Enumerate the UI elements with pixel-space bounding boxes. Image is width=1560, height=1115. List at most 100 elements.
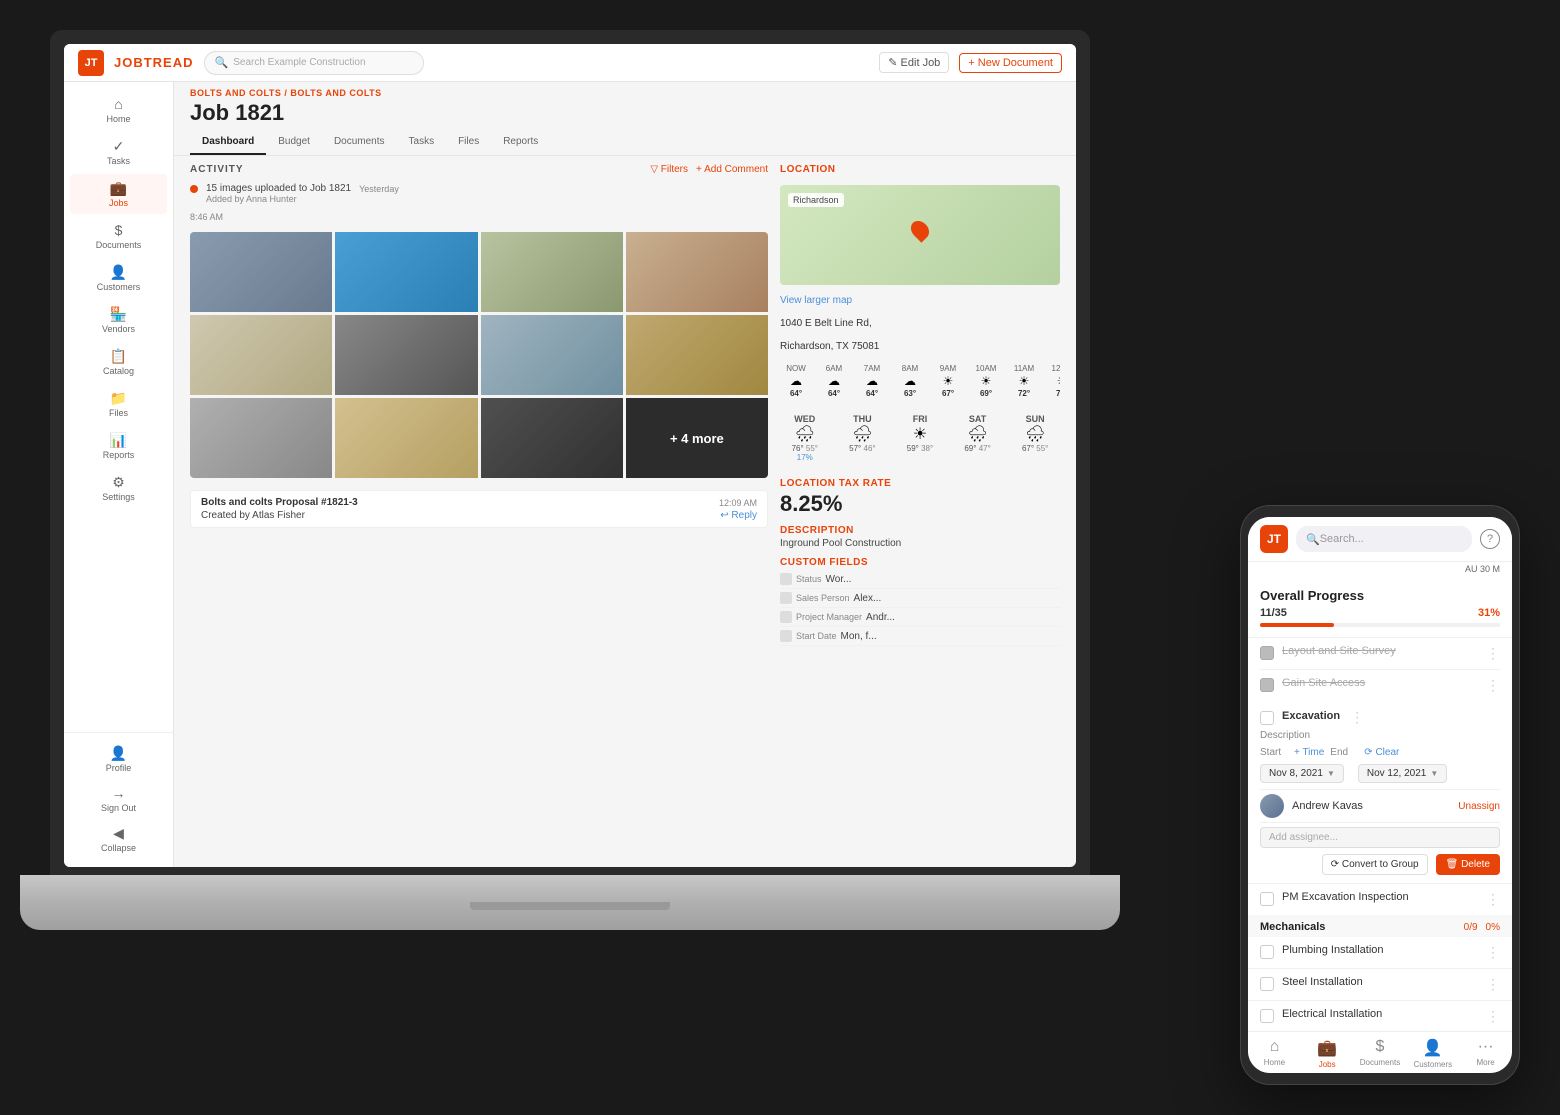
mechanicals-percent: 0% [1486,922,1500,933]
steel-more-icon[interactable]: ⋮ [1484,976,1500,993]
weather-sun: SUN 🌧 67° 55° [1010,414,1060,462]
sidebar-item-reports[interactable]: 📊 Reports [70,426,167,466]
electrical-more-icon[interactable]: ⋮ [1484,1008,1500,1025]
cf-value-sales: Alex... [854,593,882,604]
photo-cell-3[interactable] [481,232,623,312]
photo-cell-4[interactable] [626,232,768,312]
new-document-button[interactable]: + New Document [959,53,1062,73]
sidebar-item-vendors[interactable]: 🏪 Vendors [70,300,167,340]
task-more-icon-layout[interactable]: ⋮ [1484,645,1500,662]
view-larger-map[interactable]: View larger map [780,295,1060,306]
end-date-field[interactable]: Nov 12, 2021 ▼ [1358,764,1447,783]
start-date-field[interactable]: Nov 8, 2021 ▼ [1260,764,1344,783]
cf-icon-sales [780,592,792,604]
mobile-main[interactable]: Overall Progress 11/35 31% La [1248,578,1512,1031]
filters-button[interactable]: ▽ Filters [650,164,688,175]
delete-task-button[interactable]: 🗑 Delete [1436,854,1500,875]
photo-cell-8[interactable] [626,315,768,395]
task-checkbox-layout[interactable] [1260,646,1274,660]
nav-documents[interactable]: $ Documents [1354,1038,1407,1069]
mobile-help-button[interactable]: ? [1480,529,1500,549]
photo-cell-10[interactable] [335,398,477,478]
app-body: ⌂ Home ✓ Tasks 💼 Jobs $ [64,82,1076,867]
sidebar-item-files[interactable]: 📁 Files [70,384,167,424]
cf-icon-status [780,573,792,585]
reply-time: 12:09 AM [719,498,757,508]
weather-10am: 10AM ☀ 69° [970,364,1002,398]
tab-budget[interactable]: Budget [266,130,322,155]
tab-documents[interactable]: Documents [322,130,397,155]
pm-more-icon[interactable]: ⋮ [1484,891,1500,908]
sidebar-item-profile[interactable]: 👤 Profile [70,739,167,779]
plumbing-checkbox[interactable] [1260,945,1274,959]
reply-entry-header: Bolts and colts Proposal #1821-3 12:09 A… [201,497,757,508]
nav-jobs[interactable]: 💼 Jobs [1301,1038,1354,1069]
task-checkbox-access[interactable] [1260,678,1274,692]
nav-customers[interactable]: 👤 Customers [1406,1038,1459,1069]
photo-cell-5[interactable] [190,315,332,395]
plumbing-more-icon[interactable]: ⋮ [1484,944,1500,961]
task-item-electrical[interactable]: Electrical Installation ⋮ [1248,1001,1512,1031]
photo-cell-2[interactable] [335,232,477,312]
mobile-search[interactable]: 🔍 Search... [1296,526,1472,552]
sidebar-item-customers[interactable]: 👤 Customers [70,258,167,298]
add-comment-button[interactable]: + Add Comment [696,164,768,175]
tab-files[interactable]: Files [446,130,491,155]
photo-cell-11[interactable] [481,398,623,478]
tab-tasks[interactable]: Tasks [397,130,447,155]
map-label: Richardson [788,193,844,207]
task-item-plumbing[interactable]: Plumbing Installation ⋮ [1248,937,1512,969]
tab-reports[interactable]: Reports [491,130,550,155]
photo-cell-1[interactable] [190,232,332,312]
sidebar-label-vendors: Vendors [102,324,135,334]
reply-button[interactable]: ↩ Reply [720,510,757,521]
reply-entry: Bolts and colts Proposal #1821-3 12:09 A… [190,490,768,528]
weather-9am: 9AM ☀ 67° [932,364,964,398]
steel-checkbox[interactable] [1260,977,1274,991]
photo-cell-6[interactable] [335,315,477,395]
nav-more[interactable]: ··· More [1459,1038,1512,1069]
clear-button[interactable]: ⟳ Clear [1364,747,1399,758]
weather-fri: FRI ☀ 59° 38° [895,414,945,462]
date-row-values: Nov 8, 2021 ▼ Nov 12, 2021 ▼ [1260,764,1500,783]
left-panel: ACTIVITY ▽ Filters + Add Comment [190,164,768,859]
task-item-pm[interactable]: PM Excavation Inspection ⋮ [1260,884,1500,915]
pm-checkbox[interactable] [1260,892,1274,906]
sidebar-label-home: Home [106,114,130,124]
nav-home[interactable]: ⌂ Home [1248,1038,1301,1069]
collapse-icon: ◀ [111,825,127,841]
photo-cell-9[interactable] [190,398,332,478]
excavation-more-icon[interactable]: ⋮ [1348,709,1364,726]
sidebar-label-jobs: Jobs [109,198,128,208]
weather-wed: WED 🌧 76° 55° 17% [780,414,830,462]
task-item-gain-access[interactable]: Gain Site Access ⋮ [1260,670,1500,701]
electrical-checkbox[interactable] [1260,1009,1274,1023]
nav-jobs-icon: 💼 [1317,1038,1337,1058]
sidebar-item-jobs[interactable]: 💼 Jobs [70,174,167,214]
weather-now: NOW ☁ 64° [780,364,812,398]
sidebar-item-catalog[interactable]: 📋 Catalog [70,342,167,382]
add-time-button[interactable]: + Time [1294,747,1324,758]
sidebar-item-tasks[interactable]: ✓ Tasks [70,132,167,172]
excavation-checkbox[interactable] [1260,711,1274,725]
global-search[interactable]: 🔍 Search Example Construction [204,51,424,75]
weather-sat: SAT 🌧 69° 47° [953,414,1003,462]
sidebar-item-settings[interactable]: ⚙ Settings [70,468,167,508]
map-placeholder[interactable]: Richardson [780,185,1060,285]
tab-dashboard[interactable]: Dashboard [190,130,266,155]
description-title: DESCRIPTION [780,525,1060,536]
add-assignee-field[interactable]: Add assignee... [1260,827,1500,848]
sidebar-item-collapse[interactable]: ◀ Collapse [70,819,167,859]
sidebar-item-documents[interactable]: $ Documents [70,216,167,256]
edit-job-button[interactable]: ✎ Edit Job [879,52,949,73]
photo-cell-more[interactable]: + 4 more [626,398,768,478]
task-more-icon-access[interactable]: ⋮ [1484,677,1500,694]
unassign-button[interactable]: Unassign [1458,801,1500,812]
sidebar-item-signout[interactable]: → Sign Out [70,779,167,819]
photo-cell-7[interactable] [481,315,623,395]
convert-to-group-button[interactable]: ⟳ Convert to Group [1322,854,1428,875]
sidebar-item-home[interactable]: ⌂ Home [70,90,167,130]
task-item-steel[interactable]: Steel Installation ⋮ [1248,969,1512,1001]
date-row-start: Start + Time End ⟳ Clear [1260,747,1500,758]
task-item-layout-survey[interactable]: Layout and Site Survey ⋮ [1260,638,1500,670]
